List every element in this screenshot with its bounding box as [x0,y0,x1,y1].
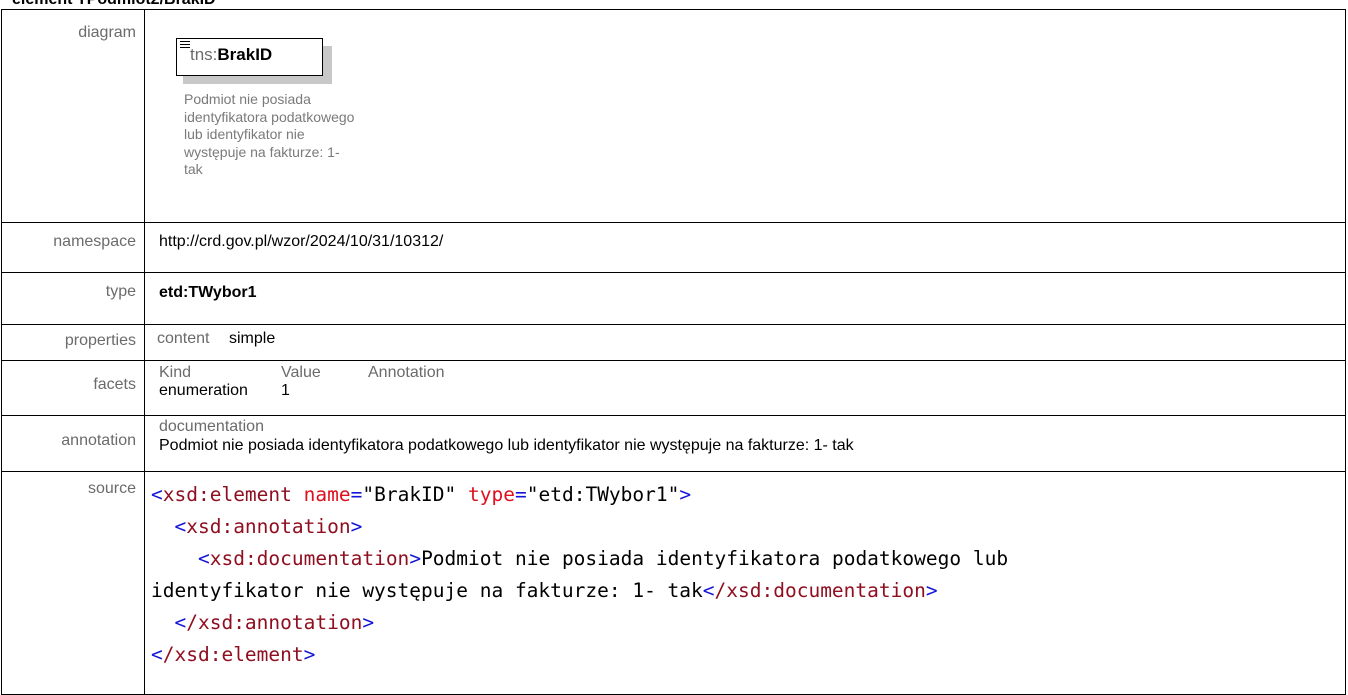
source-code: <xsd:element name="BrakID" type="etd:TWy… [151,483,1009,666]
xml-tag: xsd:element [162,483,292,506]
properties-cell: content simple [144,324,1346,361]
row-type: type etd:TWybor1 [1,272,1346,325]
row-properties: properties content simple [1,324,1346,361]
label-source: source [1,471,145,695]
facet-kind: enumeration [159,382,248,399]
element-list-icon [180,41,190,49]
source-cell: <xsd:element name="BrakID" type="etd:TWy… [144,471,1346,695]
label-diagram: diagram [1,9,145,223]
xml-attr: type [468,483,515,506]
xml-text: identyfikator nie występuje na fakturze:… [151,579,703,602]
label-properties: properties [1,324,145,361]
xml-tag: /xsd:documentation [714,579,926,602]
facet-header-kind: Kind [159,364,192,381]
row-source: source <xsd:element name="BrakID" type="… [1,471,1346,695]
xml-tag: xsd:annotation [186,515,351,538]
xml-value: "BrakID" [362,483,457,506]
element-name: BrakID [217,45,273,64]
label-annotation: annotation [1,415,145,472]
label-type: type [1,272,145,325]
facets-cell: Kind Value Annotation enumeration 1 [144,360,1346,416]
facet-value: 1 [281,382,290,399]
element-box-name: tns:BrakID [190,45,272,65]
label-facets: facets [1,360,145,416]
doc-line: identyfikatora podatkowego [184,108,355,125]
element-prefix: tns: [190,45,218,64]
row-namespace: namespace http://crd.gov.pl/wzor/2024/10… [1,222,1346,273]
xml-tag: xsd:documentation [209,547,410,570]
facet-header-annotation: Annotation [368,364,445,381]
element-doc-text: Podmiot nie posiada identyfikatora podat… [184,91,434,179]
namespace-value: http://crd.gov.pl/wzor/2024/10/31/10312/ [144,222,1346,273]
doc-line: tak [184,161,203,177]
doc-line: występuje na fakturze: 1- [184,143,340,160]
label-namespace: namespace [1,222,145,273]
xml-attr: name [303,483,351,506]
row-diagram: diagram tns:BrakID Podmiot nie posiada i… [1,9,1346,223]
element-box: tns:BrakID [176,38,323,76]
annotation-text: Podmiot nie posiada identyfikatora podat… [159,437,854,454]
xml-tag: /xsd:annotation [186,611,363,634]
annotation-cell: documentation Podmiot nie posiada identy… [144,415,1346,472]
facet-row: enumeration 1 [145,382,1345,400]
annotation-doc-label: documentation [159,418,264,435]
type-value: etd:TWybor1 [144,272,1346,325]
xml-tag: /xsd:element [162,643,304,666]
xml-value: "etd:TWybor1" [526,483,680,506]
property-key: content [157,330,210,347]
doc-line: Podmiot nie posiada [184,91,311,107]
row-facets: facets Kind Value Annotation enumeration 1 [1,360,1346,416]
xml-text: Podmiot nie posiada identyfikatora podat… [421,547,1009,570]
facet-header-value: Value [281,364,321,381]
diagram-cell: tns:BrakID Podmiot nie posiada identyfik… [144,9,1346,223]
page-heading: element TPodmiot2/BrakID [12,0,216,9]
doc-line: lub identyfikator nie [184,126,305,142]
row-annotation: annotation documentation Podmiot nie pos… [1,415,1346,472]
property-value: simple [229,330,276,347]
schema-doc-table: diagram tns:BrakID Podmiot nie posiada i… [1,9,1346,695]
